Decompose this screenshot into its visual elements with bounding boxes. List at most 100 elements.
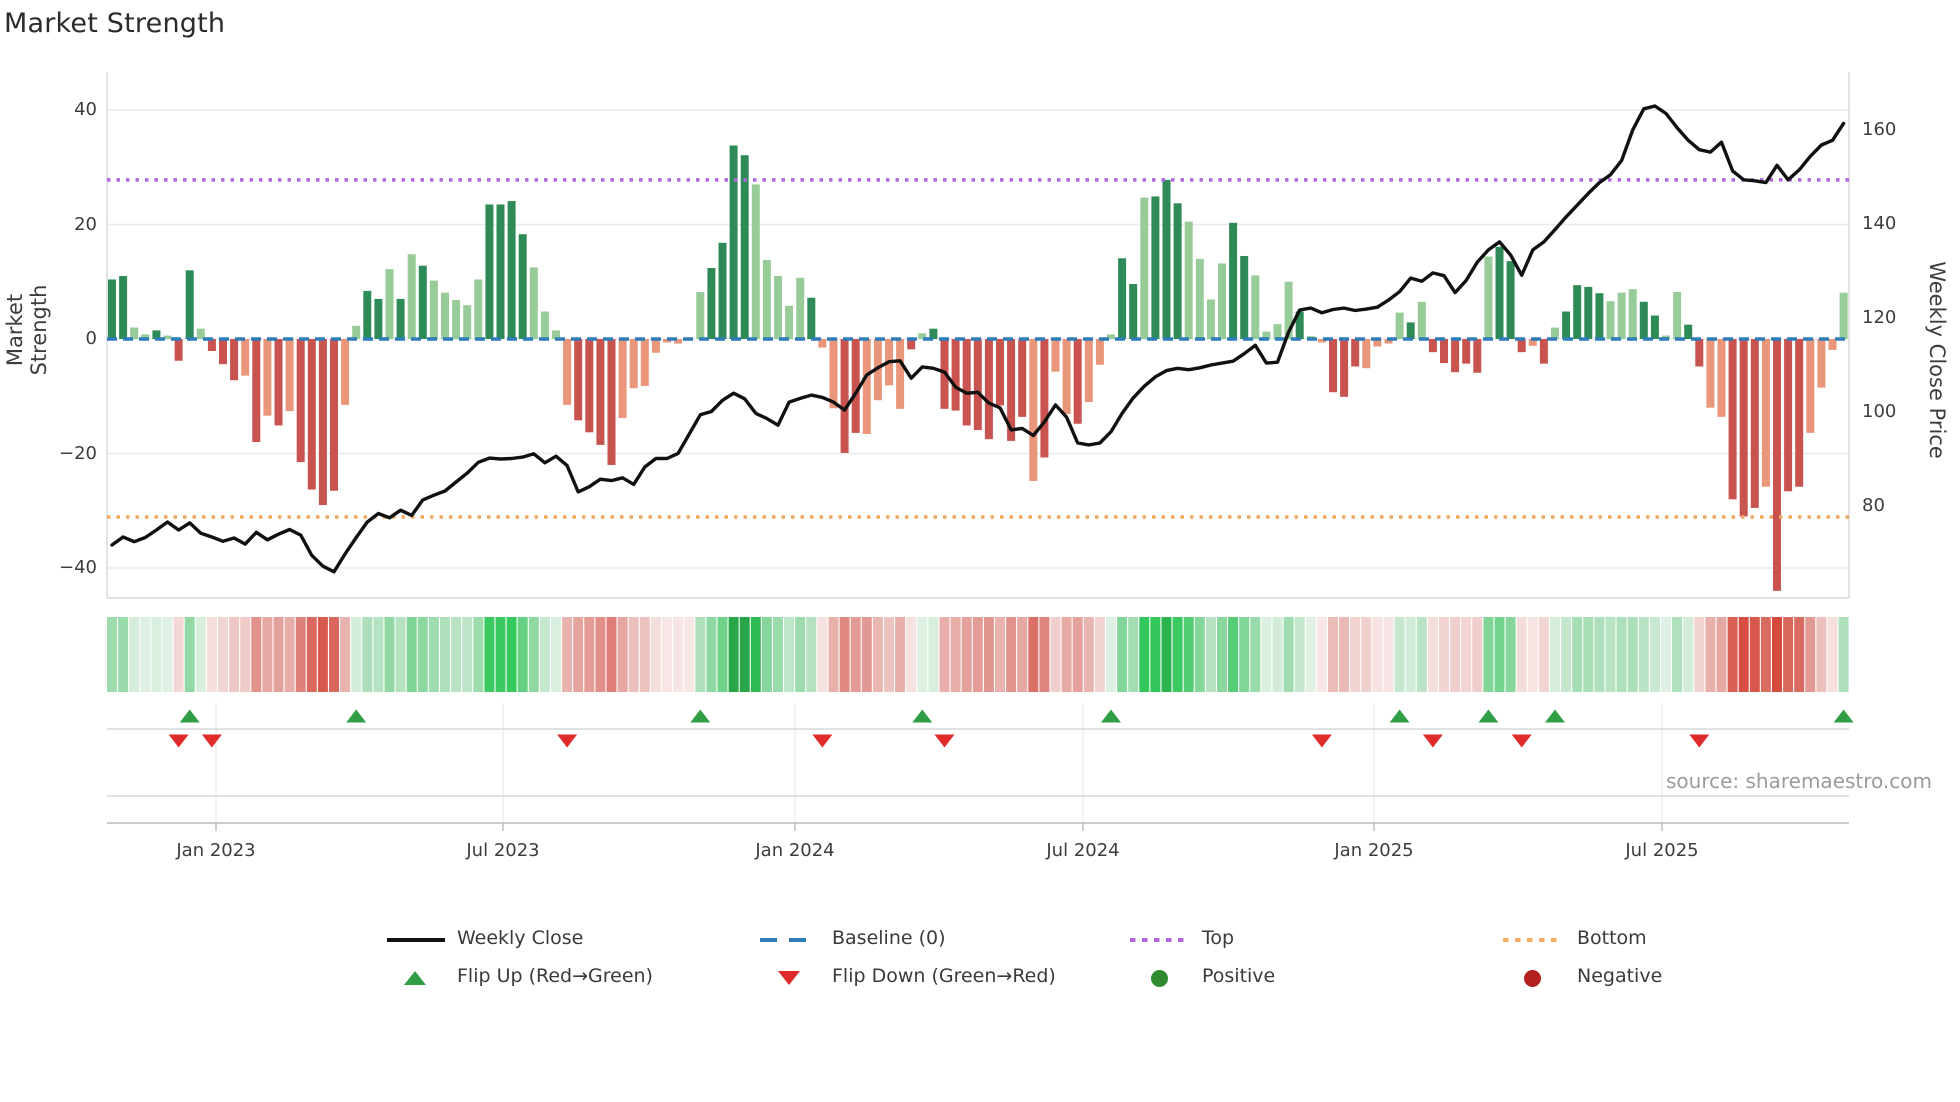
heatmap-cell — [1772, 617, 1782, 692]
heatmap-cell — [184, 617, 195, 692]
heatmap-cell — [129, 617, 140, 692]
strength-bar — [529, 267, 538, 339]
strength-bar — [629, 339, 638, 389]
strength-bar — [507, 201, 516, 339]
heatmap-cell — [1072, 617, 1083, 692]
heatmap-cell — [584, 617, 595, 692]
heatmap-cell — [1661, 617, 1671, 692]
strength-bar — [1229, 222, 1238, 339]
strength-bar — [485, 204, 494, 339]
heatmap-cell — [1194, 617, 1205, 692]
flip-up-marker — [179, 709, 200, 723]
strength-bar — [341, 339, 350, 405]
heatmap-cell — [495, 617, 506, 692]
heatmap-cell — [750, 617, 761, 692]
right-axis-tick-label: 120 — [1862, 307, 1897, 328]
x-axis-tick-label: Jul 2025 — [1625, 840, 1699, 861]
heatmap-cell — [1094, 617, 1105, 692]
strength-bar — [1084, 339, 1093, 402]
heatmap-cell — [1527, 617, 1538, 692]
heatmap-cell — [1805, 617, 1816, 692]
strength-bar — [119, 276, 128, 339]
strength-bar — [307, 339, 316, 490]
heatmap-cell — [351, 617, 362, 692]
strength-bar — [984, 339, 993, 440]
heatmap-cell — [317, 617, 328, 692]
strength-bar — [285, 339, 294, 412]
heatmap-cell — [928, 617, 939, 692]
flip-up-marker — [912, 709, 933, 723]
strength-bar — [1617, 292, 1626, 339]
heatmap-cell — [295, 617, 306, 692]
strength-bar — [230, 339, 239, 381]
strength-bar — [207, 339, 216, 352]
strength-bar — [1595, 293, 1604, 339]
heatmap-cell — [617, 617, 628, 692]
strength-bar — [1562, 311, 1571, 339]
heatmap-cell — [1361, 617, 1372, 692]
heatmap-cell — [240, 617, 251, 692]
heatmap-cell — [695, 617, 706, 692]
strength-bar — [829, 339, 838, 409]
strength-bar — [1639, 301, 1648, 339]
strength-bar — [463, 305, 472, 339]
left-axis-tick-label: −20 — [59, 442, 97, 464]
heatmap-cell — [329, 617, 339, 692]
heatmap-cell — [1616, 617, 1627, 692]
flip-up-marker — [1389, 709, 1410, 723]
heatmap-cell — [761, 617, 772, 692]
heatmap-cell — [162, 617, 173, 692]
heatmap-cell — [1760, 617, 1771, 692]
heatmap-cell — [1505, 617, 1516, 692]
strength-bar — [1218, 263, 1226, 339]
strength-bar — [1362, 339, 1371, 369]
right-axis-tick-label: 160 — [1862, 119, 1897, 140]
heatmap-cell — [806, 617, 817, 692]
strength-bar — [1428, 339, 1437, 353]
strength-bar — [596, 339, 605, 445]
heatmap-cell — [573, 617, 584, 692]
strength-bar — [1029, 339, 1038, 481]
heatmap-cell — [650, 617, 661, 692]
strength-bar — [1340, 339, 1349, 397]
heatmap-cell — [1583, 617, 1594, 692]
heatmap-cell — [484, 617, 495, 692]
strength-bar — [1506, 261, 1515, 339]
heatmap-cell — [206, 617, 217, 692]
heatmap-cell — [1383, 617, 1394, 692]
strength-bar — [607, 339, 616, 465]
heatmap-cell — [1561, 617, 1572, 692]
heatmap-cell — [739, 617, 750, 692]
strength-bar — [585, 339, 594, 433]
strength-bar — [1606, 301, 1615, 339]
heatmap-cell — [1649, 617, 1660, 692]
heatmap-cell — [1239, 617, 1250, 692]
heatmap-cell — [340, 617, 351, 692]
heatmap-cell — [706, 617, 717, 692]
flip-down-marker — [1689, 734, 1710, 748]
heatmap-cell — [1305, 617, 1316, 692]
strength-bar — [774, 276, 782, 339]
heatmap-cell — [1572, 617, 1583, 692]
strength-bar — [1628, 289, 1637, 339]
heatmap-cell — [1261, 617, 1272, 692]
strength-bar — [962, 339, 971, 426]
strength-bar — [896, 339, 905, 409]
heatmap-cell — [1128, 617, 1139, 692]
heatmap-cell — [118, 617, 129, 692]
strength-bar — [429, 280, 438, 339]
heatmap-cell — [1672, 617, 1683, 692]
heatmap-cell — [1117, 617, 1128, 692]
heatmap-cell — [262, 617, 273, 692]
heatmap-cell — [107, 617, 117, 692]
heatmap-cell — [1705, 617, 1716, 692]
heatmap-cell — [717, 617, 728, 692]
heatmap-cell — [1106, 617, 1116, 692]
strength-bar — [1129, 284, 1138, 339]
heatmap-cell — [972, 617, 983, 692]
heatmap-cell — [961, 617, 972, 692]
flip-up-marker — [1101, 709, 1121, 723]
strength-bar — [1839, 292, 1848, 339]
strength-bar — [1417, 301, 1426, 339]
strength-bar — [1329, 339, 1337, 393]
